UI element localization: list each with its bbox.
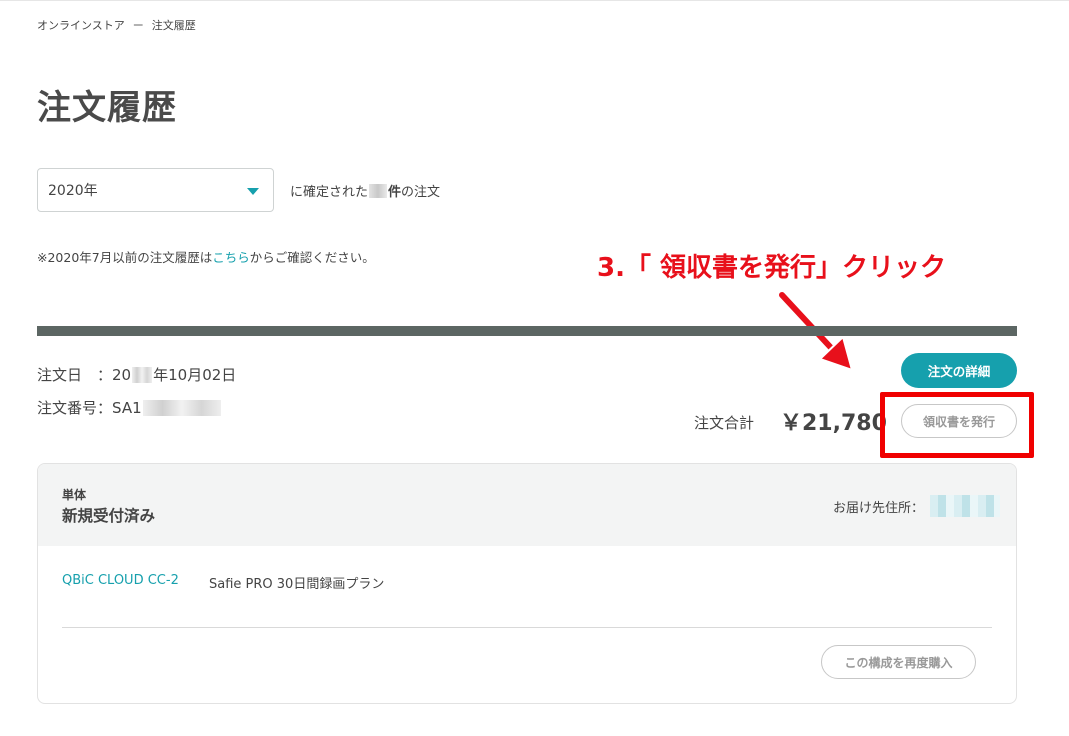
order-total-label: 注文合計 — [694, 414, 755, 432]
order-number: 注文番号： SA1 — [37, 397, 222, 418]
top-border — [0, 0, 1069, 1]
count-prefix: に確定された — [290, 185, 369, 200]
order-date-redacted — [132, 366, 153, 383]
count-tail: の注文 — [401, 185, 441, 200]
order-date-rest: 年10月02日 — [153, 366, 237, 384]
order-date: 注文日 ： 20 年10月02日 — [37, 364, 236, 385]
breadcrumb: オンラインストア ー 注文履歴 — [37, 17, 196, 33]
order-date-year-prefix: 20 — [112, 365, 132, 384]
order-count-text: に確定された 件 の注文 — [290, 181, 440, 200]
count-unit: 件 — [388, 185, 402, 200]
breadcrumb-store-link[interactable]: オンラインストア — [37, 17, 125, 33]
instruction-annotation: 3.「 領収書を発行」クリック — [597, 253, 947, 283]
rebuy-button[interactable]: この構成を再度購入 — [821, 645, 976, 679]
breadcrumb-separator: ー — [132, 19, 144, 32]
notice-prefix: ※2020年7月以前の注文履歴は — [37, 250, 213, 265]
page-title: 注文履歴 — [37, 88, 177, 128]
count-redacted — [369, 183, 388, 198]
shipment-card-header: 単体 新規受付済み お届け先住所： — [38, 464, 1016, 546]
order-number-label: 注文番号： — [37, 399, 113, 417]
shipment-card: 単体 新規受付済み お届け先住所： QBiC CLOUD CC-2 Safie … — [37, 463, 1017, 704]
legacy-history-notice: ※2020年7月以前の注文履歴はこちらからご確認ください。 — [37, 247, 375, 266]
year-select-value: 2020年 — [48, 183, 98, 199]
order-divider-bar — [37, 326, 1017, 336]
delivery-address-redacted — [930, 495, 1000, 517]
shipment-status: 新規受付済み — [62, 507, 156, 525]
card-divider — [62, 627, 992, 628]
order-number-redacted — [142, 399, 221, 416]
issue-receipt-button[interactable]: 領収書を発行 — [901, 404, 1017, 438]
notice-suffix: からご確認ください。 — [249, 250, 375, 265]
order-detail-button[interactable]: 注文の詳細 — [901, 353, 1017, 388]
delivery-address-label: お届け先住所： — [832, 500, 924, 516]
product-name-link[interactable]: QBiC CLOUD CC-2 — [62, 573, 179, 588]
shipment-type: 単体 — [62, 488, 87, 502]
order-date-label: 注文日 ： — [37, 366, 113, 384]
plan-name: Safie PRO 30日間録画プラン — [209, 577, 385, 592]
order-total-value: ￥21,780 — [780, 411, 887, 436]
breadcrumb-current: 注文履歴 — [151, 19, 196, 32]
delivery-address: お届け先住所： — [833, 495, 1000, 517]
legacy-history-link[interactable]: こちら — [212, 250, 250, 265]
chevron-down-icon — [247, 188, 259, 195]
year-select[interactable]: 2020年 — [37, 168, 274, 212]
order-number-prefix: SA1 — [112, 398, 142, 417]
